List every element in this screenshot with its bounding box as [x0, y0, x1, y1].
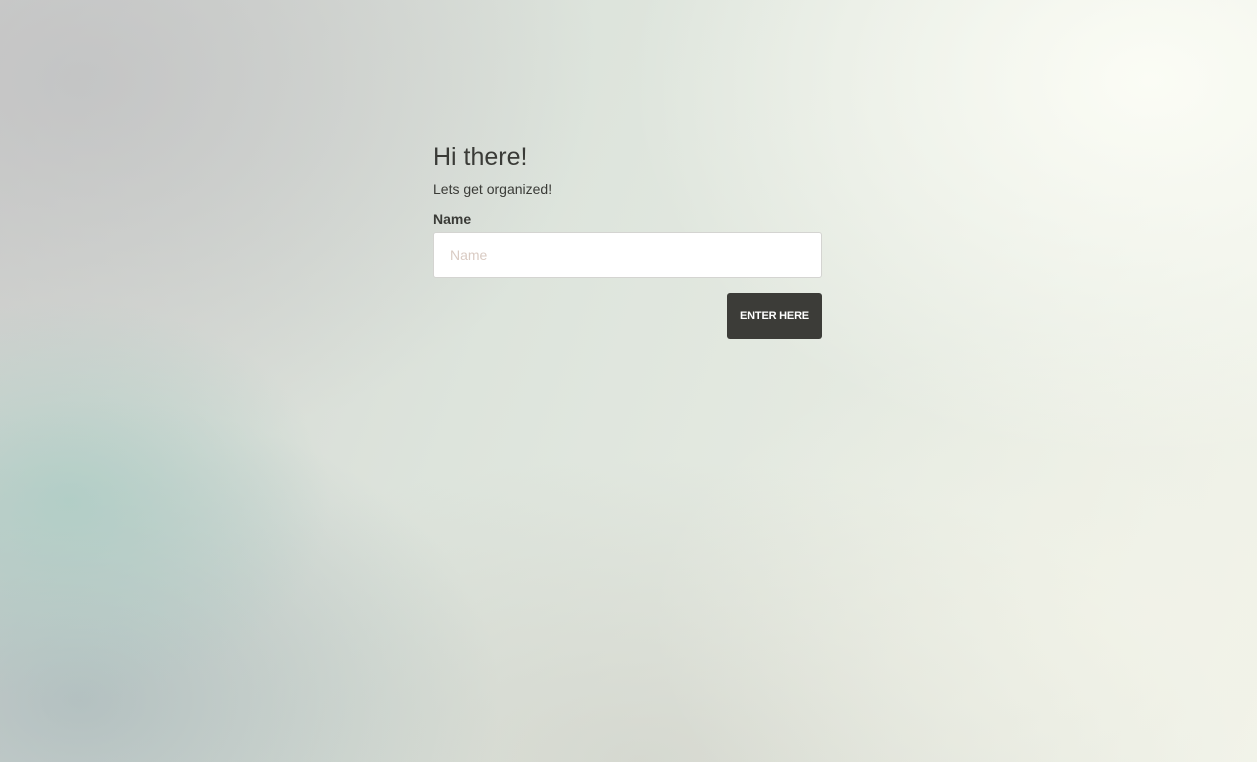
name-label: Name: [433, 211, 472, 227]
subtitle-text: Lets get organized!: [433, 181, 553, 197]
enter-button[interactable]: ENTER HERE: [727, 293, 822, 339]
page-background: { "form": { "greeting": "Hi there!", "su…: [0, 0, 1257, 762]
signup-form: Hi there! Lets get organized! Name ENTER…: [433, 140, 822, 339]
greeting-heading: Hi there!: [433, 143, 528, 171]
name-input[interactable]: [433, 232, 822, 278]
form-actions: ENTER HERE: [433, 293, 822, 339]
